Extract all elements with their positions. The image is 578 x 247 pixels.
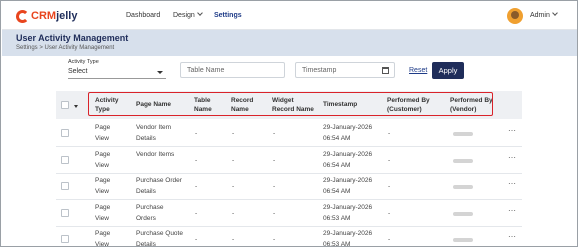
cell-performed-by-vendor-redacted (453, 158, 473, 163)
cell-performed-by-customer: - (388, 236, 391, 243)
cell-widget-record-name: - (273, 156, 276, 164)
row-actions-button[interactable]: ⋯ (508, 126, 517, 135)
page-header: User Activity Management Settings > User… (2, 30, 577, 56)
cell-activity-type-line2: View (95, 214, 109, 222)
timestamp-placeholder: Timestamp (302, 67, 337, 74)
cell-activity-type-line2: View (95, 241, 109, 247)
cell-table-name: - (195, 209, 198, 217)
row-checkbox[interactable] (61, 235, 69, 243)
cell-page-name-line1: Vendor Items (136, 150, 175, 158)
user-name: Admin (530, 12, 550, 19)
cell-widget-record-name: - (273, 236, 276, 243)
cell-performed-by-vendor-redacted (453, 211, 473, 216)
page-title: User Activity Management (16, 33, 129, 43)
top-navbar: CRM jelly Dashboard Design Settings Admi… (2, 2, 577, 30)
apply-button[interactable]: Apply (432, 62, 464, 79)
cell-performed-by-customer: - (388, 209, 391, 217)
header-highlight-box (88, 92, 493, 116)
cell-timestamp-time: 06:54 AM (323, 188, 351, 195)
row-checkbox[interactable] (61, 208, 69, 217)
table-name-input[interactable]: Table Name (180, 62, 285, 78)
cell-page-name-line2: Details (136, 188, 156, 195)
row-actions-button[interactable]: ⋯ (508, 153, 517, 162)
cell-table-name: - (195, 130, 198, 137)
logo-text-jelly: jelly (56, 10, 78, 22)
window-frame: CRM jelly Dashboard Design Settings Admi… (0, 0, 578, 247)
cell-table-name: - (195, 156, 198, 164)
timestamp-input[interactable]: Timestamp (295, 62, 395, 78)
cell-widget-record-name: - (273, 209, 276, 217)
activity-type-value: Select (68, 68, 88, 75)
cell-timestamp-time: 06:54 AM (323, 161, 351, 169)
cell-timestamp-time: 06:53 AM (323, 241, 351, 247)
breadcrumb[interactable]: Settings > User Activity Management (16, 45, 114, 51)
cell-activity-type-line2: View (95, 135, 109, 142)
row-checkbox[interactable] (61, 155, 69, 164)
cell-table-name: - (195, 183, 198, 190)
chevron-down-icon (196, 10, 203, 16)
cell-page-name-line2: Details (136, 241, 156, 247)
cell-activity-type-line2: View (95, 188, 109, 195)
cell-record-name: - (232, 130, 235, 137)
row-checkbox[interactable] (61, 129, 69, 137)
nav-dashboard[interactable]: Dashboard (126, 12, 160, 19)
cell-performed-by-vendor-redacted (453, 238, 473, 242)
cell-timestamp-time: 06:54 AM (323, 135, 351, 142)
cell-record-name: - (232, 209, 235, 217)
cell-performed-by-vendor-redacted (453, 185, 473, 189)
brand-logo[interactable]: CRM jelly (16, 8, 77, 24)
nav-settings[interactable]: Settings (214, 12, 242, 19)
cell-performed-by-customer: - (388, 156, 391, 164)
row-checkbox[interactable] (61, 182, 69, 190)
row-actions-button[interactable]: ⋯ (508, 232, 517, 241)
avatar[interactable] (507, 8, 523, 24)
nav-design[interactable]: Design (173, 10, 203, 19)
cell-widget-record-name: - (273, 130, 276, 137)
cell-record-name: - (232, 183, 235, 190)
select-all-checkbox[interactable] (61, 101, 69, 109)
cell-table-name: - (195, 236, 198, 243)
chevron-down-icon (552, 10, 558, 16)
cell-performed-by-vendor-redacted (453, 132, 473, 136)
cell-page-name-line2: Orders (136, 214, 156, 222)
logo-icon (16, 9, 29, 23)
cell-page-name-line2: Details (136, 135, 156, 142)
row-actions-button[interactable]: ⋯ (508, 179, 517, 188)
row-actions-button[interactable]: ⋯ (508, 206, 517, 215)
cell-timestamp-time: 06:53 AM (323, 214, 351, 222)
cell-record-name: - (232, 156, 235, 164)
cell-activity-type-line2: View (95, 161, 109, 169)
cell-performed-by-customer: - (388, 130, 391, 137)
activity-type-select[interactable]: Select (68, 65, 166, 79)
cell-record-name: - (232, 236, 235, 243)
table-row[interactable] (56, 226, 522, 246)
reset-link[interactable]: Reset (409, 67, 427, 74)
calendar-icon[interactable] (382, 67, 389, 74)
caret-down-icon (157, 71, 163, 74)
caret-down-icon[interactable] (74, 105, 78, 108)
cell-performed-by-customer: - (388, 183, 391, 190)
nav-design-label: Design (173, 12, 195, 19)
cell-widget-record-name: - (273, 183, 276, 190)
logo-text-crm: CRM (31, 10, 57, 22)
user-menu[interactable]: Admin (530, 10, 558, 19)
